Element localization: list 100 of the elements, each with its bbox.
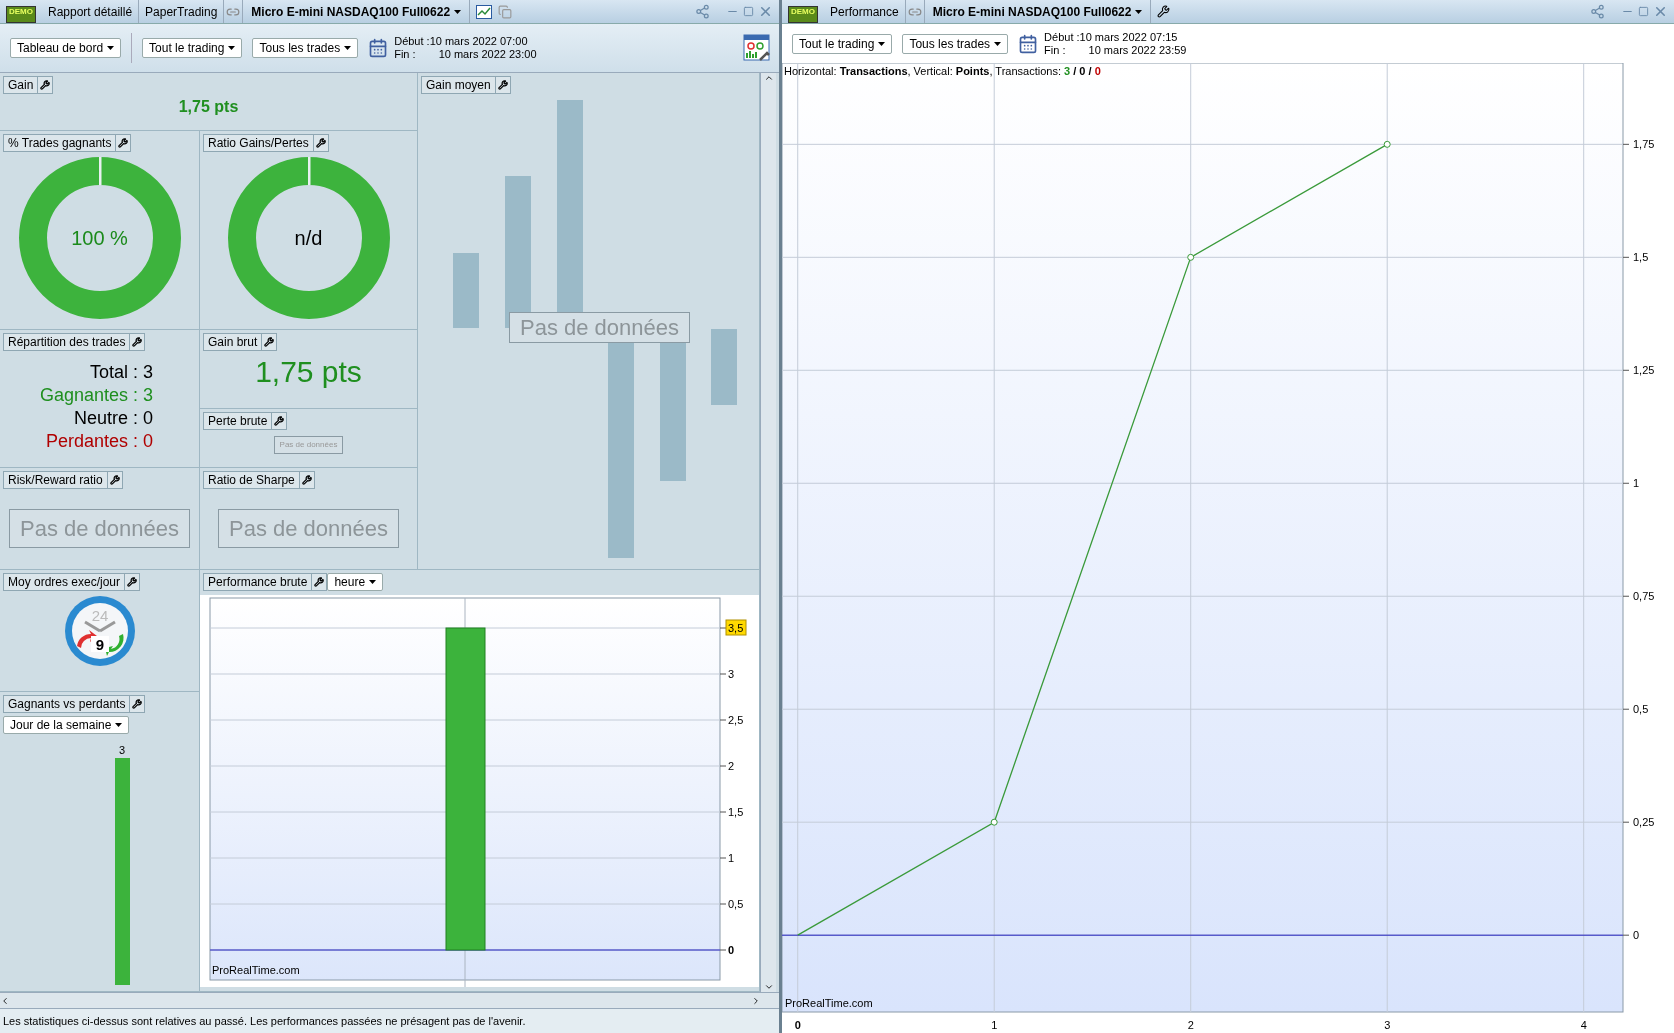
caret-icon: [115, 723, 123, 727]
wrench-icon[interactable]: [262, 333, 278, 351]
caret-icon: [107, 46, 115, 50]
scroll-right-icon[interactable]: [751, 995, 761, 1006]
scroll-down-icon[interactable]: [763, 982, 774, 992]
axis-tick-label: 1,25: [1622, 364, 1655, 377]
y-tick-label: 3,5: [728, 622, 744, 634]
end-date: 10 mars 2022 23:00: [437, 48, 537, 61]
close-icon[interactable]: [1653, 4, 1668, 19]
end-label: Fin :: [394, 48, 417, 61]
axis-tick-label: 3: [1384, 1019, 1391, 1031]
gain-value: 1,75 pts: [255, 354, 362, 390]
scroll-up-icon[interactable]: [763, 73, 774, 83]
axis-tick-label: 1: [719, 852, 735, 864]
chart-info-text: Horizontal: Transactions, Vertical: Points, Transactions: 3 / 0 / 0: [784, 65, 1101, 77]
clock-icon: 24 9: [62, 594, 137, 668]
dropdown[interactable]: Tous les trades: [902, 33, 1009, 54]
dropdown[interactable]: heure: [327, 573, 384, 591]
scroll-left-icon[interactable]: [0, 995, 10, 1006]
y-tick-label: 3: [728, 668, 735, 680]
y-tick-label: 2: [728, 760, 735, 772]
link-icon[interactable]: [224, 0, 244, 23]
axis-tick-label: 1: [991, 1019, 998, 1031]
y-tick-label: 1: [1633, 477, 1640, 490]
horizontal-scrollbar[interactable]: [0, 992, 779, 1008]
instrument-selector[interactable]: Micro E-mini NASDAQ100 Full0622: [924, 0, 1152, 23]
share-icon[interactable]: [1590, 4, 1605, 19]
axis-tick-label: 0,5: [1622, 703, 1649, 716]
axis-tick-label: 1,75: [1622, 138, 1655, 151]
disclaimer-text: Les statistiques ci-dessus sont relatives au passé. Les performances passées ne présagent pas de l'avenir.: [3, 1013, 526, 1029]
panel-title: Risk/Reward ratio: [3, 471, 108, 489]
axis-tick-label: 2: [1187, 1019, 1194, 1031]
wrench-icon[interactable]: [116, 134, 132, 152]
credit-text: ProRealTime.com: [785, 997, 873, 1009]
dropdown[interactable]: Tableau de bord: [10, 38, 122, 58]
caret-icon: [994, 41, 1002, 46]
dropdown[interactable]: Jour de la semaine: [3, 716, 130, 734]
instrument-selector[interactable]: Micro E-mini NASDAQ100 Full0622: [243, 0, 471, 23]
close-icon[interactable]: [758, 4, 773, 19]
y-tick-label: 0,5: [728, 898, 744, 910]
report-settings-icon[interactable]: [743, 34, 771, 62]
axis-tick-label: 2,5: [719, 714, 744, 726]
panel-title: Gagnants vs perdants: [3, 695, 131, 713]
dropdown[interactable]: Tous les trades: [252, 38, 359, 58]
panel-title: Ratio Gains/Pertes: [203, 134, 314, 152]
y-tick-label: 0,5: [1633, 703, 1649, 716]
calendar-icon[interactable]: [1018, 33, 1039, 54]
caret-icon: [344, 46, 352, 50]
caret-icon: [878, 41, 886, 46]
title-tab[interactable]: Rapport détaillé: [42, 0, 140, 23]
panel-title: % Trades gagnants: [3, 134, 117, 152]
wrench-icon[interactable]: [272, 412, 288, 430]
panel-title: Perte brute: [203, 412, 273, 430]
wrench-icon[interactable]: [130, 333, 146, 351]
wrench-icon[interactable]: [125, 573, 141, 591]
axis-tick-label: 0: [1622, 929, 1640, 942]
panel-title: Performance brute: [203, 573, 313, 591]
panel-title: Moy ordres exec/jour: [3, 573, 126, 591]
panel-title: Gain brut: [203, 333, 263, 351]
start-label: Début :: [1044, 30, 1080, 44]
trade-count: Perdantes : 0: [45, 430, 153, 453]
demo-logo: DEMO: [6, 6, 36, 23]
caret-icon: [228, 46, 236, 50]
axis-tick-label: 0,75: [1622, 590, 1655, 603]
axis-tick-label: 1,5: [1622, 251, 1649, 264]
start-label: Début :: [394, 35, 430, 48]
no-data-label: Pas de données: [218, 509, 399, 548]
y-tick-label: 0: [1633, 929, 1640, 942]
wrench-icon[interactable]: [312, 573, 328, 591]
y-tick-label: 1,5: [728, 806, 744, 818]
donut-value: n/d: [294, 226, 323, 251]
panel-title: Ratio de Sharpe: [203, 471, 300, 489]
axis-tick-label: 3,5: [719, 619, 747, 636]
y-tick-label: 2,5: [728, 714, 744, 726]
axis-tick-label: 3: [719, 668, 735, 680]
share-icon[interactable]: [695, 4, 710, 19]
end-label: Fin :: [1044, 43, 1067, 57]
dropdown[interactable]: Tout le trading: [142, 38, 243, 58]
dropdown[interactable]: Tout le trading: [792, 33, 893, 54]
wrench-icon[interactable]: [38, 76, 54, 94]
axis-tick-label: 1: [1622, 477, 1640, 490]
axis-tick-label: 4: [1580, 1019, 1587, 1031]
caret-icon: [454, 9, 462, 14]
calendar-icon[interactable]: [368, 38, 389, 58]
axis-tick-label: 0,5: [719, 898, 744, 910]
trade-count: Total : 3: [89, 361, 153, 384]
donut-value: 100 %: [71, 226, 128, 251]
end-date: 10 mars 2022 23:59: [1087, 43, 1187, 57]
wrench-icon[interactable]: [130, 695, 146, 713]
panel-title: Répartition des trades: [3, 333, 131, 351]
title-tab[interactable]: PaperTrading: [139, 0, 225, 23]
panel-title: Gain: [3, 76, 39, 94]
y-tick-label: 0,75: [1633, 590, 1655, 603]
data-point: [990, 818, 998, 826]
no-data-label: Pas de données: [273, 436, 344, 454]
axis-tick-label: 1,5: [719, 806, 744, 818]
vertical-scrollbar[interactable]: [760, 73, 776, 992]
y-tick-label: 0: [728, 944, 735, 956]
trade-count: Neutre : 0: [73, 407, 153, 430]
trade-count: Gagnantes : 3: [39, 384, 153, 407]
